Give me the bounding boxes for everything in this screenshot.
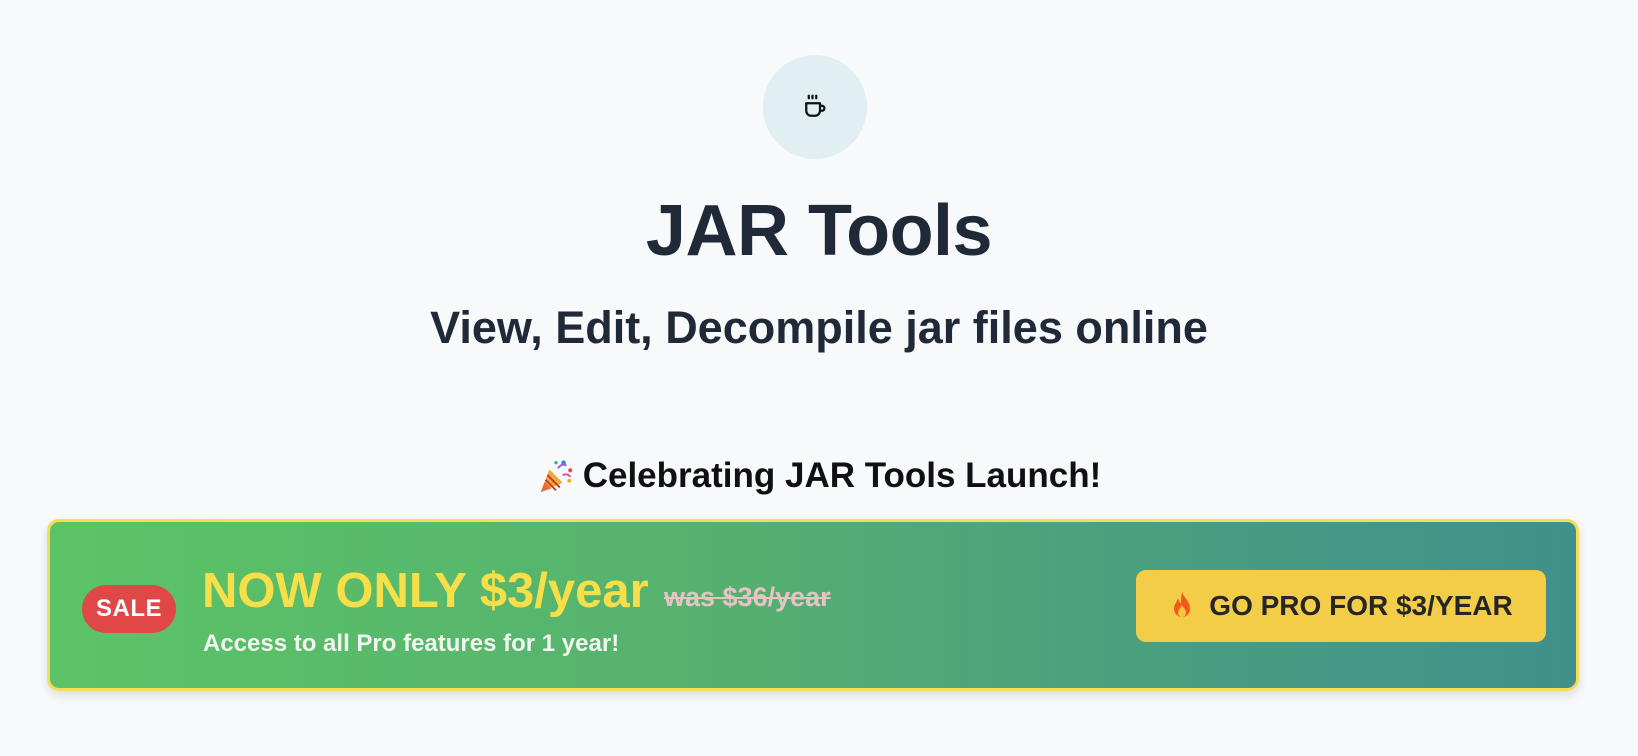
party-popper-icon (540, 460, 573, 493)
promo-headline: Celebrating JAR Tools Launch! (0, 452, 1638, 500)
logo (763, 55, 867, 159)
coffee-cup-icon (805, 94, 826, 117)
promo-banner: SALE NOW ONLY $3/year was $36/year Acces… (47, 519, 1579, 691)
sale-badge: SALE (82, 585, 176, 633)
page-title: JAR Tools (645, 191, 993, 271)
promo-description: Access to all Pro features for 1 year! (203, 630, 620, 657)
original-price: was $36/year (664, 582, 831, 612)
go-pro-button[interactable]: GO PRO FOR $3/YEAR (1136, 570, 1546, 642)
promo-headline-text: Celebrating JAR Tools Launch! (582, 456, 1102, 495)
go-pro-button-label: GO PRO FOR $3/YEAR (1209, 590, 1513, 621)
page-subtitle: View, Edit, Decompile jar files online (430, 302, 1208, 353)
fire-icon (1174, 592, 1191, 617)
promo-price: NOW ONLY $3/year (202, 564, 649, 618)
